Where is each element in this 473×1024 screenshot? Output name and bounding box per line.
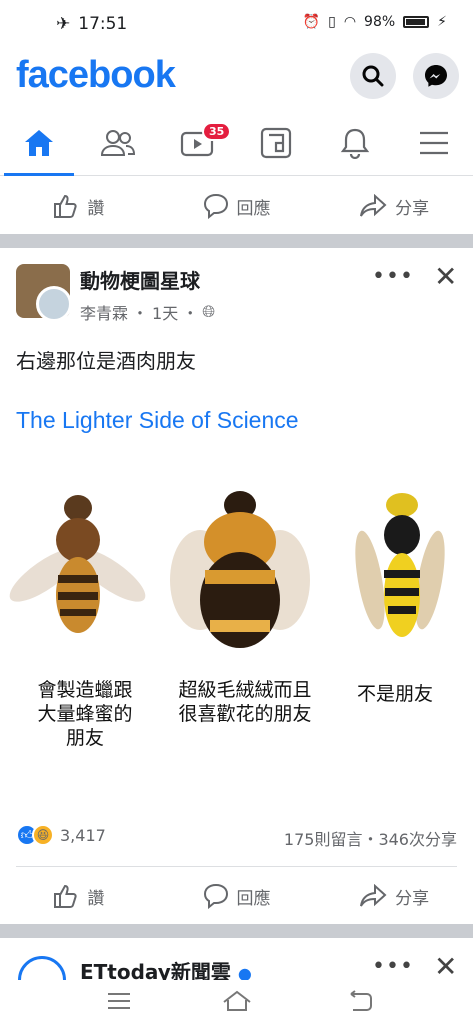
like-button[interactable]: 讚 [0, 883, 158, 909]
thumbs-up-icon [54, 884, 77, 908]
recent-apps-button[interactable] [104, 988, 134, 1014]
status-bar: ✈ 17:51 ⏰ ▯ ◠ 98% ⚡ [0, 0, 473, 50]
friends-icon [101, 130, 135, 156]
bell-icon [340, 128, 370, 159]
share-icon [360, 194, 387, 217]
share-button[interactable]: 分享 [315, 194, 473, 219]
comment-label: 回應 [236, 888, 271, 909]
home-button[interactable] [222, 988, 252, 1014]
next-post: ETtoday新聞雲 ● ••• ✕ [0, 952, 473, 980]
wifi-icon: ◠ [343, 14, 357, 30]
share-icon [360, 884, 387, 907]
next-page-avatar[interactable] [18, 956, 66, 980]
comment-share-stats[interactable]: 175則留言・346次分享 [284, 826, 457, 850]
tab-watch[interactable]: 35 [158, 112, 236, 174]
caption-honeybee: 會製造蠟跟 大量蜂蜜的 朋友 [37, 679, 133, 749]
prev-post-actions: 讚 回應 分享 [0, 180, 473, 232]
like-label: 讚 [87, 888, 105, 909]
post-link[interactable]: The Lighter Side of Science [16, 407, 299, 434]
comment-label: 回應 [236, 198, 271, 219]
vibrate-icon: ▯ [328, 14, 336, 30]
close-icon[interactable]: ✕ [434, 260, 457, 293]
comment-icon [203, 883, 228, 909]
post-actions: 讚 回應 分享 [0, 870, 473, 922]
main-nav: 35 [0, 112, 473, 176]
airplane-icon: ✈ [56, 14, 71, 34]
post-meta: 李青霖 ・ 1天 ・ 🌐︎ [80, 300, 216, 324]
post-time[interactable]: 1天 [152, 300, 178, 324]
system-nav-bar [0, 980, 473, 1024]
tab-notifications[interactable] [316, 112, 394, 174]
post-text: 右邊那位是酒肉朋友 [16, 349, 196, 373]
author-name[interactable]: 李青霖 [80, 300, 128, 324]
thumbs-up-icon [54, 194, 77, 218]
share-label: 分享 [395, 888, 430, 909]
search-button[interactable] [350, 53, 396, 99]
author-avatar[interactable] [36, 286, 72, 322]
tab-friends[interactable] [79, 112, 157, 174]
comment-icon [203, 193, 228, 219]
page-avatar[interactable] [16, 264, 72, 322]
comment-button[interactable]: 回應 [158, 883, 316, 909]
charging-icon: ⚡ [437, 14, 447, 30]
bee-illustration [9, 491, 445, 648]
like-label: 讚 [87, 198, 105, 219]
facebook-logo[interactable]: facebook [16, 54, 176, 97]
battery-icon [403, 16, 430, 28]
feed-divider [0, 234, 473, 248]
messenger-icon [425, 65, 447, 87]
alarm-icon: ⏰ [302, 14, 321, 30]
like-button[interactable]: 讚 [0, 193, 158, 219]
marketplace-icon [260, 127, 292, 159]
caption-wasp: 不是朋友 [356, 683, 433, 705]
globe-icon: 🌐︎ [202, 302, 216, 321]
home-nav-icon [223, 990, 251, 1011]
feed-divider [0, 924, 473, 938]
recents-icon [108, 993, 130, 1009]
next-page-name[interactable]: ETtoday新聞雲 ● [80, 956, 252, 980]
menu-icon [420, 131, 448, 155]
post-divider [16, 866, 457, 867]
status-time: 17:51 [78, 14, 128, 34]
haha-reaction-icon: 😆︎ [32, 824, 54, 846]
back-icon [350, 990, 372, 1011]
tab-menu[interactable] [395, 112, 473, 174]
watch-badge: 35 [202, 122, 232, 141]
next-close-icon[interactable]: ✕ [434, 952, 457, 980]
share-label: 分享 [395, 198, 430, 219]
page-name[interactable]: 動物梗圖星球 [80, 265, 200, 294]
verified-icon: ● [237, 964, 252, 980]
comment-button[interactable]: 回應 [158, 193, 316, 219]
reaction-count: 3,417 [60, 825, 106, 845]
tab-marketplace[interactable] [237, 112, 315, 174]
caption-bumblebee: 超級毛絨絨而且 很喜歡花的朋友 [178, 679, 312, 725]
messenger-button[interactable] [413, 53, 459, 99]
search-icon [362, 65, 384, 87]
tab-home[interactable] [0, 112, 78, 176]
back-button[interactable] [346, 988, 376, 1014]
battery-percent: 98% [364, 14, 396, 30]
post-image[interactable]: 會製造蠟跟 大量蜂蜜的 朋友 超級毛絨絨而且 很喜歡花的朋友 不是朋友 [0, 450, 473, 810]
reaction-summary[interactable]: 👍︎ 😆︎ 3,417 [16, 824, 106, 846]
home-icon [25, 130, 53, 156]
share-button[interactable]: 分享 [315, 884, 473, 909]
more-options-button[interactable]: ••• [372, 264, 414, 289]
next-more-options-button[interactable]: ••• [372, 954, 414, 979]
